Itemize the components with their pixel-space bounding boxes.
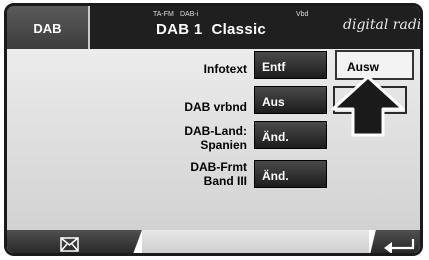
infotext-entf-button[interactable]: Entf	[254, 51, 327, 79]
dab-frmt-change-button[interactable]: Änd.	[254, 160, 327, 188]
digital-radio-logo: digital radio	[343, 17, 423, 33]
footer-spacer	[142, 230, 369, 253]
infotainment-screen: DAB TA-FM DAB-i Vbd DAB 1 Classic digita…	[0, 0, 429, 260]
header-bar: DAB TA-FM DAB-i Vbd DAB 1 Classic digita…	[7, 6, 420, 49]
footer-bar	[7, 230, 420, 253]
source-tab[interactable]: DAB	[7, 6, 90, 49]
dab-land-label: DAB-Land: Spanien	[184, 124, 247, 152]
dab-land-change-button[interactable]: Änd.	[254, 121, 327, 149]
return-arrow-icon	[384, 239, 415, 253]
ta-fm-indicator: TA-FM	[153, 11, 174, 18]
settings-panel: Infotext Entf Ausw DAB vrbnd Aus DAB-Lan…	[7, 49, 420, 230]
message-button[interactable]	[7, 230, 142, 253]
pointer-arrow-icon	[331, 75, 405, 137]
dab-vrbnd-label: DAB vrbnd	[184, 100, 247, 114]
envelope-icon	[60, 237, 79, 252]
back-button[interactable]	[369, 230, 420, 253]
source-label: DAB	[33, 21, 62, 36]
screen-frame: DAB TA-FM DAB-i Vbd DAB 1 Classic digita…	[4, 3, 423, 256]
dab-i-indicator: DAB-i	[180, 11, 199, 18]
station-name: DAB 1 Classic	[156, 21, 267, 38]
infotext-label: Infotext	[203, 62, 247, 76]
vbd-indicator: Vbd	[296, 11, 309, 18]
dab-frmt-label: DAB-Frmt Band III	[190, 160, 247, 188]
dab-vrbnd-aus-button[interactable]: Aus	[254, 86, 327, 114]
